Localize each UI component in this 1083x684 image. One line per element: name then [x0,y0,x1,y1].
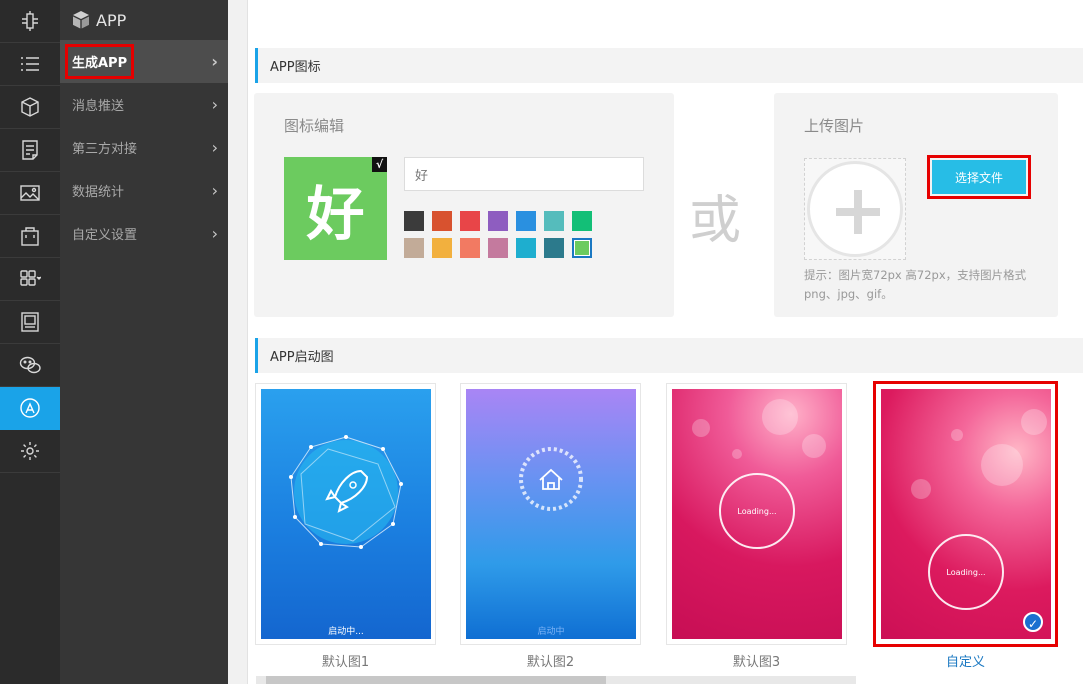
bag-icon [21,227,39,246]
splash-option-default-2[interactable]: 启动中 [460,383,641,645]
splash-caption: 默认图3 [732,655,781,670]
upload-hint: 提示：图片宽72px 高72px，支持图片格式png、jpg、gif。 [804,268,1027,301]
gutter [228,0,248,684]
rail-item-products[interactable] [0,86,60,129]
splash-image-text: Loading... [737,506,777,516]
color-swatch[interactable] [516,238,536,258]
chevron-right-icon: › [211,181,218,200]
splash-caption: 自定义 [945,655,985,670]
rocket-network-icon [289,435,403,549]
subnav-item-label: 数据统计 [72,185,125,200]
chevron-right-icon: › [211,95,218,114]
upload-title: 上传图片 [804,117,865,135]
subnav-item-label: 生成APP [64,44,135,79]
rail-item-app[interactable] [0,387,60,430]
icon-preview-char: 好 [306,179,365,248]
rail-item-settings[interactable] [0,430,60,473]
section-header-app-icon: APP图标 [255,48,1083,83]
splash-image-text: Loading... [946,567,986,577]
color-swatch[interactable] [544,238,564,258]
subnav-title: APP [96,10,127,30]
loading-indicator: Loading... [719,473,795,549]
color-swatch[interactable] [432,238,452,258]
wechat-icon [19,356,41,374]
subnav-item-generate-app[interactable]: 生成APP › [60,40,228,83]
rail-item-list[interactable] [0,43,60,86]
section-title: APP图标 [270,60,321,75]
horizontal-scrollbar[interactable] [256,676,856,684]
splash-caption: 默认图2 [526,655,575,670]
subnav-item-label: 消息推送 [72,99,125,114]
plus-icon [807,161,903,257]
icon-text-input[interactable] [404,157,644,191]
section-title: APP启动图 [270,350,334,365]
color-swatch[interactable] [544,211,564,231]
subnav-item-label: 自定义设置 [72,228,138,243]
cube-logo-icon [73,11,89,29]
splash-image-text: 启动中... [328,627,364,637]
subnav-item-stats[interactable]: 数据统计 › [60,169,228,212]
color-swatch[interactable] [460,238,480,258]
scrollbar-thumb[interactable] [266,676,606,684]
color-swatch[interactable] [432,211,452,231]
color-swatch[interactable] [404,238,424,258]
icon-preview: 好 √ [284,157,387,260]
splash-option-custom[interactable]: Loading... ✓ [873,381,1058,647]
subnav-item-push[interactable]: 消息推送 › [60,83,228,126]
checkmark-icon: √ [372,157,387,172]
color-swatch[interactable] [572,238,592,258]
choose-file-button[interactable]: 选择文件 [927,155,1031,199]
splash-option-default-3[interactable]: Loading... [666,383,847,645]
list-icon [21,57,39,71]
color-swatch[interactable] [488,238,508,258]
chevron-right-icon: › [211,52,218,71]
splash-image: Loading... [672,389,842,639]
icon-editor-card: 图标编辑 好 √ [254,93,674,317]
rail-item-modules[interactable] [0,258,60,301]
document-icon [22,140,38,160]
splash-image: Loading... [881,389,1051,639]
splash-caption: 默认图1 [321,655,370,670]
rail-item-templates[interactable] [0,301,60,344]
subnav-item-custom-settings[interactable]: 自定义设置 › [60,212,228,255]
loading-indicator: Loading... [928,534,1004,610]
color-swatch[interactable] [572,211,592,231]
or-divider-text: 或 [689,191,742,251]
grid-icon [20,270,41,286]
splash-image-text: 启动中 [537,627,565,637]
app-store-icon [20,398,40,418]
color-swatch[interactable] [516,211,536,231]
splash-option-default-1[interactable]: 启动中... [255,383,436,645]
upload-dropzone[interactable] [804,158,906,260]
subnav-item-label: 第三方对接 [72,142,138,157]
upload-card: 上传图片 选择文件 提示：图片宽72px 高72px，支持图片格式png、jpg… [774,93,1058,317]
plugin-icon [22,11,38,31]
rail-item-plugins[interactable] [0,0,60,43]
rail-item-shop[interactable] [0,215,60,258]
selected-check-icon: ✓ [1023,612,1043,632]
splash-image: 启动中... [261,389,431,639]
image-icon [20,185,40,201]
splash-image: 启动中 [466,389,636,639]
color-swatch[interactable] [404,211,424,231]
home-spinner-icon [519,447,583,511]
rail-item-articles[interactable] [0,129,60,172]
chevron-right-icon: › [211,224,218,243]
main-content: APP图标 图标编辑 好 √ 或 上传图片 选择文件 提示：图片宽72px 高7… [248,0,1083,684]
subnav-header: APP [60,0,228,40]
icon-rail [0,0,60,684]
picture-frame-icon [21,312,39,332]
color-swatch[interactable] [460,211,480,231]
chevron-right-icon: › [211,138,218,157]
cube-icon [21,97,39,117]
section-header-splash: APP启动图 [255,338,1083,373]
subnav-item-third-party[interactable]: 第三方对接 › [60,126,228,169]
color-swatch[interactable] [488,211,508,231]
settings-icon [21,442,39,460]
rail-item-gallery[interactable] [0,172,60,215]
app-subnav: APP 生成APP › 消息推送 › 第三方对接 › 数据统计 › 自定义设置 … [60,0,228,684]
rail-item-wechat[interactable] [0,344,60,387]
icon-editor-title: 图标编辑 [284,117,345,135]
